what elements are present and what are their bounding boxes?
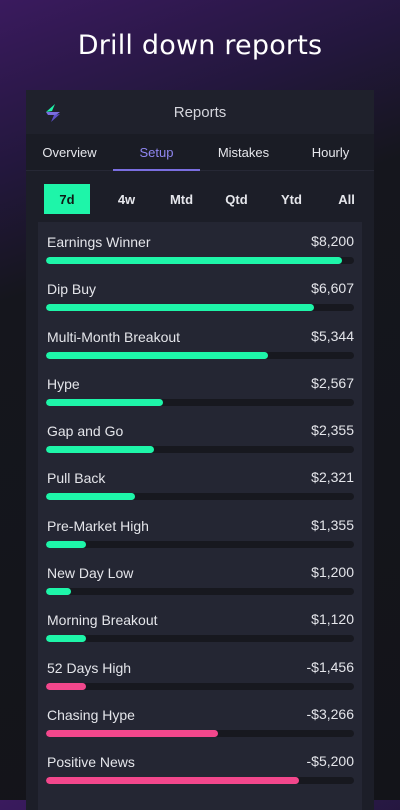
period-qtd-button[interactable]: Qtd (209, 184, 264, 214)
setup-pnl-value: $1,120 (311, 611, 354, 628)
pnl-bar-fill (46, 446, 154, 454)
setup-name: Positive News (47, 754, 135, 771)
setup-row[interactable]: Earnings Winner $8,200 (38, 226, 362, 273)
setup-name: New Day Low (47, 565, 134, 582)
setup-pnl-value: -$1,456 (306, 658, 354, 675)
period-mtd-button[interactable]: Mtd (154, 184, 209, 214)
pnl-bar-fill (46, 540, 87, 548)
setup-row[interactable]: Morning Breakout $1,120 (38, 604, 362, 651)
setup-pnl-value: -$5,200 (306, 753, 354, 770)
tab-label: Mistakes (217, 144, 270, 160)
pnl-bar-fill (46, 777, 299, 785)
setup-pnl-value: $5,344 (311, 327, 354, 344)
tab-label: Setup (139, 144, 174, 160)
period-selector: 7d 4w Mtd Qtd Ytd All (26, 171, 374, 215)
setup-name: Chasing Hype (47, 706, 135, 723)
setup-pnl-value: $2,321 (311, 469, 354, 486)
app-logo-icon (46, 104, 60, 122)
pnl-bar-track (46, 635, 354, 643)
pnl-bar-track (46, 446, 354, 454)
setup-name: Multi-Month Breakout (47, 328, 181, 345)
setup-name: Gap and Go (47, 423, 124, 440)
setup-row[interactable]: Pre-Market High $1,355 (38, 510, 362, 557)
setup-row[interactable]: Multi-Month Breakout $5,344 (38, 321, 362, 368)
setup-name: Dip Buy (47, 281, 97, 298)
setup-name: 52 Days High (47, 659, 132, 676)
setup-row[interactable]: 52 Days High -$1,456 (38, 652, 362, 699)
setup-pnl-value: $2,567 (311, 374, 354, 391)
pnl-bar-track (46, 257, 354, 264)
tab-setup[interactable]: Setup (113, 134, 200, 171)
pnl-bar-fill (46, 682, 87, 690)
app-frame: Reports Overview Setup Mistakes Hourly 7… (26, 90, 374, 810)
setup-pnl-value: $2,355 (311, 422, 354, 439)
setup-name: Pre-Market High (47, 517, 149, 534)
pnl-bar-fill (46, 257, 342, 264)
tab-label: Overview (42, 144, 97, 160)
tab-mistakes[interactable]: Mistakes (200, 134, 287, 170)
period-all-button[interactable]: All (319, 184, 374, 214)
period-7d-button[interactable]: 7d (44, 184, 90, 214)
top-bar: Reports (26, 90, 374, 134)
pnl-bar-fill (46, 635, 87, 643)
setup-row[interactable]: Gap and Go $2,355 (38, 415, 362, 462)
setup-pnl-value: -$3,266 (306, 705, 354, 722)
period-4w-button[interactable]: 4w (99, 184, 154, 214)
setup-pnl-value: $1,200 (311, 564, 354, 581)
setup-row[interactable]: Positive News -$5,200 (38, 746, 362, 793)
setup-pnl-value: $1,355 (311, 516, 354, 533)
pnl-bar-track (46, 493, 354, 501)
pnl-bar-fill (46, 729, 219, 737)
setup-row[interactable]: Chasing Hype -$3,266 (38, 699, 362, 746)
pnl-bar-track (46, 304, 354, 312)
setup-row[interactable]: New Day Low $1,200 (38, 557, 362, 604)
setup-pnl-value: $6,607 (311, 280, 354, 297)
period-ytd-button[interactable]: Ytd (264, 184, 319, 214)
setup-pnl-value: $8,200 (311, 233, 354, 249)
pnl-bar-track (46, 777, 354, 785)
pnl-bar-track (46, 540, 354, 548)
tab-overview[interactable]: Overview (26, 134, 113, 170)
pnl-bar-fill (46, 588, 71, 596)
tab-hourly[interactable]: Hourly (287, 134, 374, 170)
pnl-bar-fill (46, 304, 314, 312)
pnl-bar-track (46, 588, 354, 596)
pnl-bar-track (46, 729, 354, 737)
setup-row[interactable]: Hype $2,567 (38, 368, 362, 415)
pnl-bar-track (46, 398, 354, 406)
page-headline: Drill down reports (77, 30, 323, 61)
page-title: Reports (173, 103, 227, 121)
setup-name: Hype (47, 375, 80, 392)
setup-list: Earnings Winner $8,200 Dip Buy $6,607 Multi-… (38, 222, 362, 810)
setup-row[interactable]: Dip Buy $6,607 (38, 273, 362, 320)
setup-name: Pull Back (47, 470, 106, 487)
tab-label: Hourly (311, 144, 350, 160)
pnl-bar-fill (46, 398, 164, 406)
pnl-bar-track (46, 682, 354, 690)
pnl-bar-fill (46, 493, 136, 501)
setup-name: Earnings Winner (47, 234, 151, 250)
pnl-bar-track (46, 351, 354, 359)
report-tabs: Overview Setup Mistakes Hourly (26, 134, 374, 171)
setup-row[interactable]: Pull Back $2,321 (38, 462, 362, 509)
pnl-bar-fill (46, 351, 268, 359)
setup-name: Morning Breakout (47, 612, 158, 629)
